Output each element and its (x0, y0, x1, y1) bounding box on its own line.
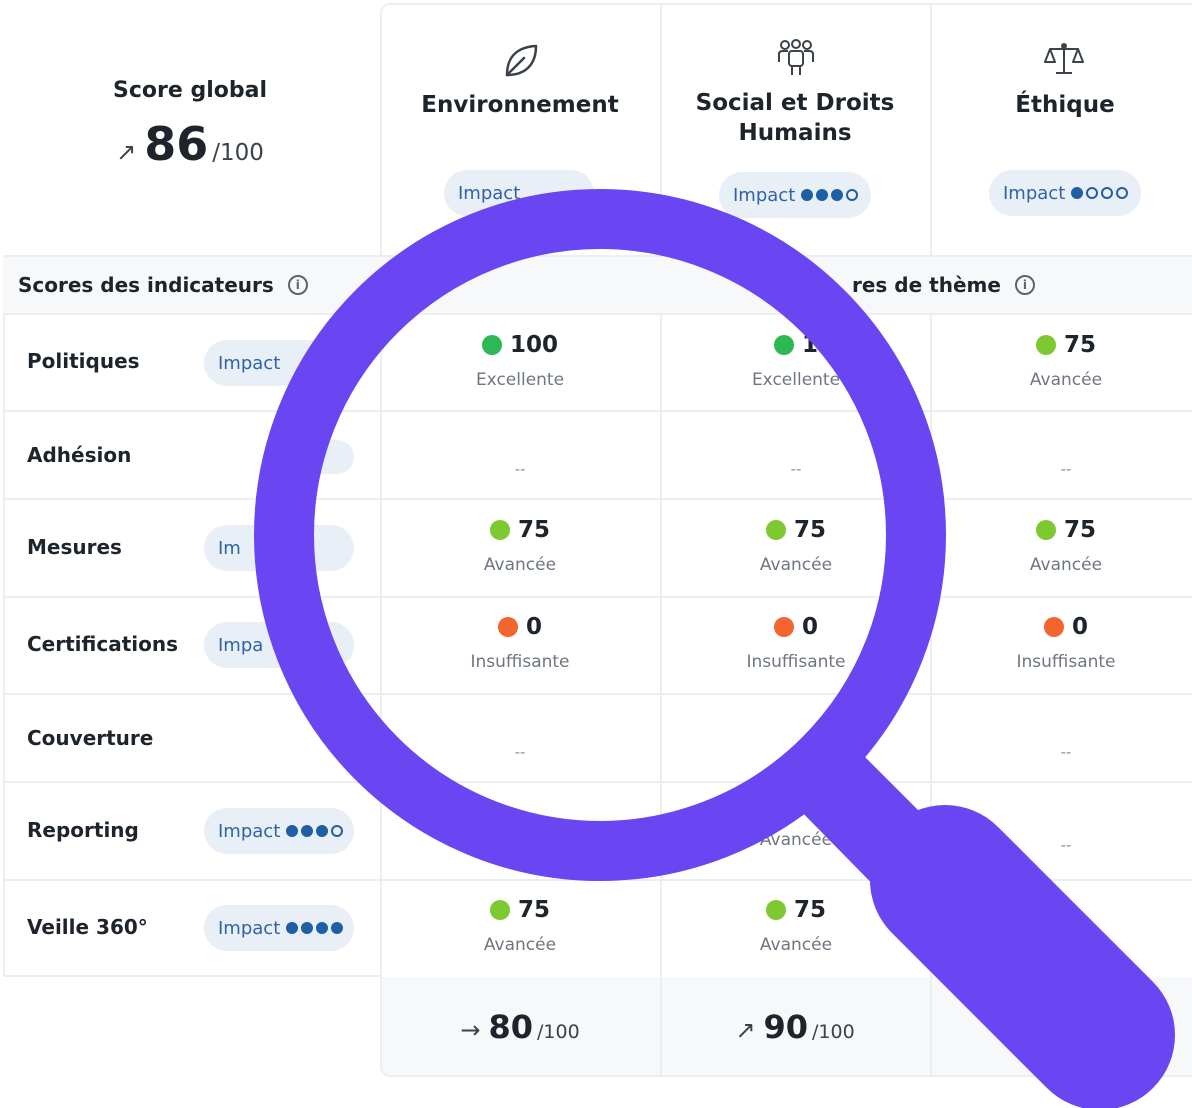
magnifying-glass-icon (254, 189, 1175, 1108)
